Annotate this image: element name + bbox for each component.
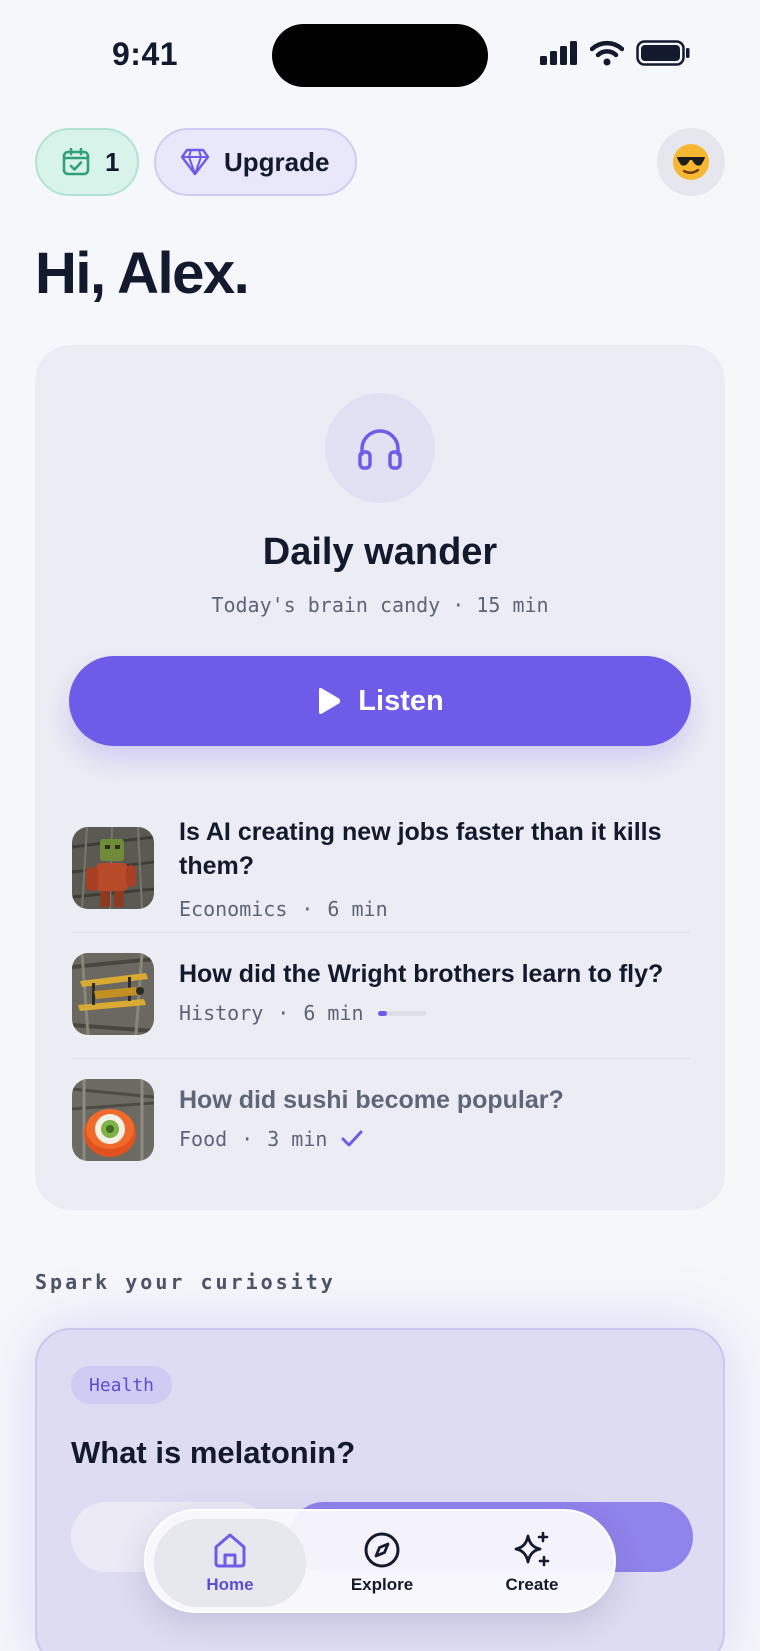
divider (72, 932, 690, 933)
episode-duration: 6 min (327, 897, 388, 921)
episode-thumbnail (72, 827, 154, 909)
episode-category: Economics (179, 897, 288, 921)
topic-badge: Health (71, 1366, 173, 1404)
dynamic-island (272, 24, 488, 87)
signal-icon (540, 41, 577, 65)
diamond-icon (180, 148, 210, 176)
robot-artwork-icon (72, 827, 154, 909)
headphone-badge (325, 393, 435, 503)
play-icon (319, 688, 341, 714)
compass-icon (364, 1532, 400, 1568)
episode-title: How did the Wright brothers learn to fly… (179, 960, 664, 988)
meta-separator: · (301, 897, 314, 921)
streak-count: 1 (105, 146, 120, 177)
sunglasses-emoji-icon (673, 144, 709, 180)
sushi-artwork-icon (72, 1079, 154, 1161)
episode-category: History (179, 1001, 264, 1025)
episode-meta: Economics · 6 min (179, 897, 388, 921)
status-icons (540, 40, 690, 66)
headphones-icon (358, 429, 402, 470)
avatar[interactable] (657, 128, 725, 196)
episode-meta: Food · 3 min (179, 1127, 363, 1151)
upgrade-button[interactable]: Upgrade (154, 128, 357, 196)
daily-wander-card: Daily wander Today's brain candy · 15 mi… (35, 345, 725, 1210)
episode-item[interactable]: Is AI creating new jobs faster than it k… (72, 815, 690, 921)
episode-category: Food (179, 1127, 228, 1151)
daily-title: Daily wander (262, 531, 498, 573)
episode-item[interactable]: How did the Wright brothers learn to fly… (72, 953, 690, 1043)
episode-duration: 6 min (303, 1001, 364, 1025)
checkmark-icon (341, 1130, 363, 1147)
sparkle-icon (514, 1531, 550, 1567)
battery-icon (636, 40, 690, 66)
bottom-nav: Home Explore Create (144, 1509, 616, 1613)
biplane-artwork-icon (72, 953, 154, 1035)
divider (72, 1058, 690, 1059)
episode-thumbnail (72, 953, 154, 1035)
episode-meta: History · 6 min (179, 1001, 426, 1025)
nav-item-explore[interactable]: Explore (306, 1519, 458, 1607)
nav-item-create[interactable]: Create (456, 1519, 608, 1607)
upgrade-label: Upgrade (224, 146, 330, 177)
streak-pill[interactable]: 1 (35, 128, 139, 196)
meta-separator: · (241, 1127, 254, 1151)
listen-button[interactable]: Listen (69, 656, 691, 746)
nav-label: Home (206, 1575, 254, 1594)
episode-title: Is AI creating new jobs faster than it k… (179, 818, 662, 880)
nav-item-home[interactable]: Home (154, 1519, 306, 1607)
listen-label: Listen (358, 684, 444, 717)
calendar-check-icon (62, 147, 90, 176)
wifi-icon (590, 40, 624, 66)
greeting: Hi, Alex. (35, 241, 250, 306)
meta-separator: · (277, 1001, 290, 1025)
spark-question: What is melatonin? (71, 1435, 356, 1470)
episode-thumbnail (72, 1079, 154, 1161)
episode-progress-bar (377, 1010, 426, 1016)
episode-item[interactable]: How did sushi become popular? Food · 3 m… (72, 1079, 690, 1169)
nav-label: Create (505, 1575, 559, 1594)
episode-duration: 3 min (267, 1127, 328, 1151)
status-time: 9:41 (112, 36, 179, 72)
nav-label: Explore (350, 1575, 414, 1594)
section-label: Spark your curiosity (35, 1270, 336, 1294)
home-icon (214, 1533, 246, 1568)
status-bar: 9:41 (0, 0, 760, 110)
episode-progress-fill (377, 1010, 388, 1016)
episode-title: How did sushi become popular? (179, 1086, 564, 1114)
daily-subtitle: Today's brain candy · 15 min (211, 593, 549, 617)
